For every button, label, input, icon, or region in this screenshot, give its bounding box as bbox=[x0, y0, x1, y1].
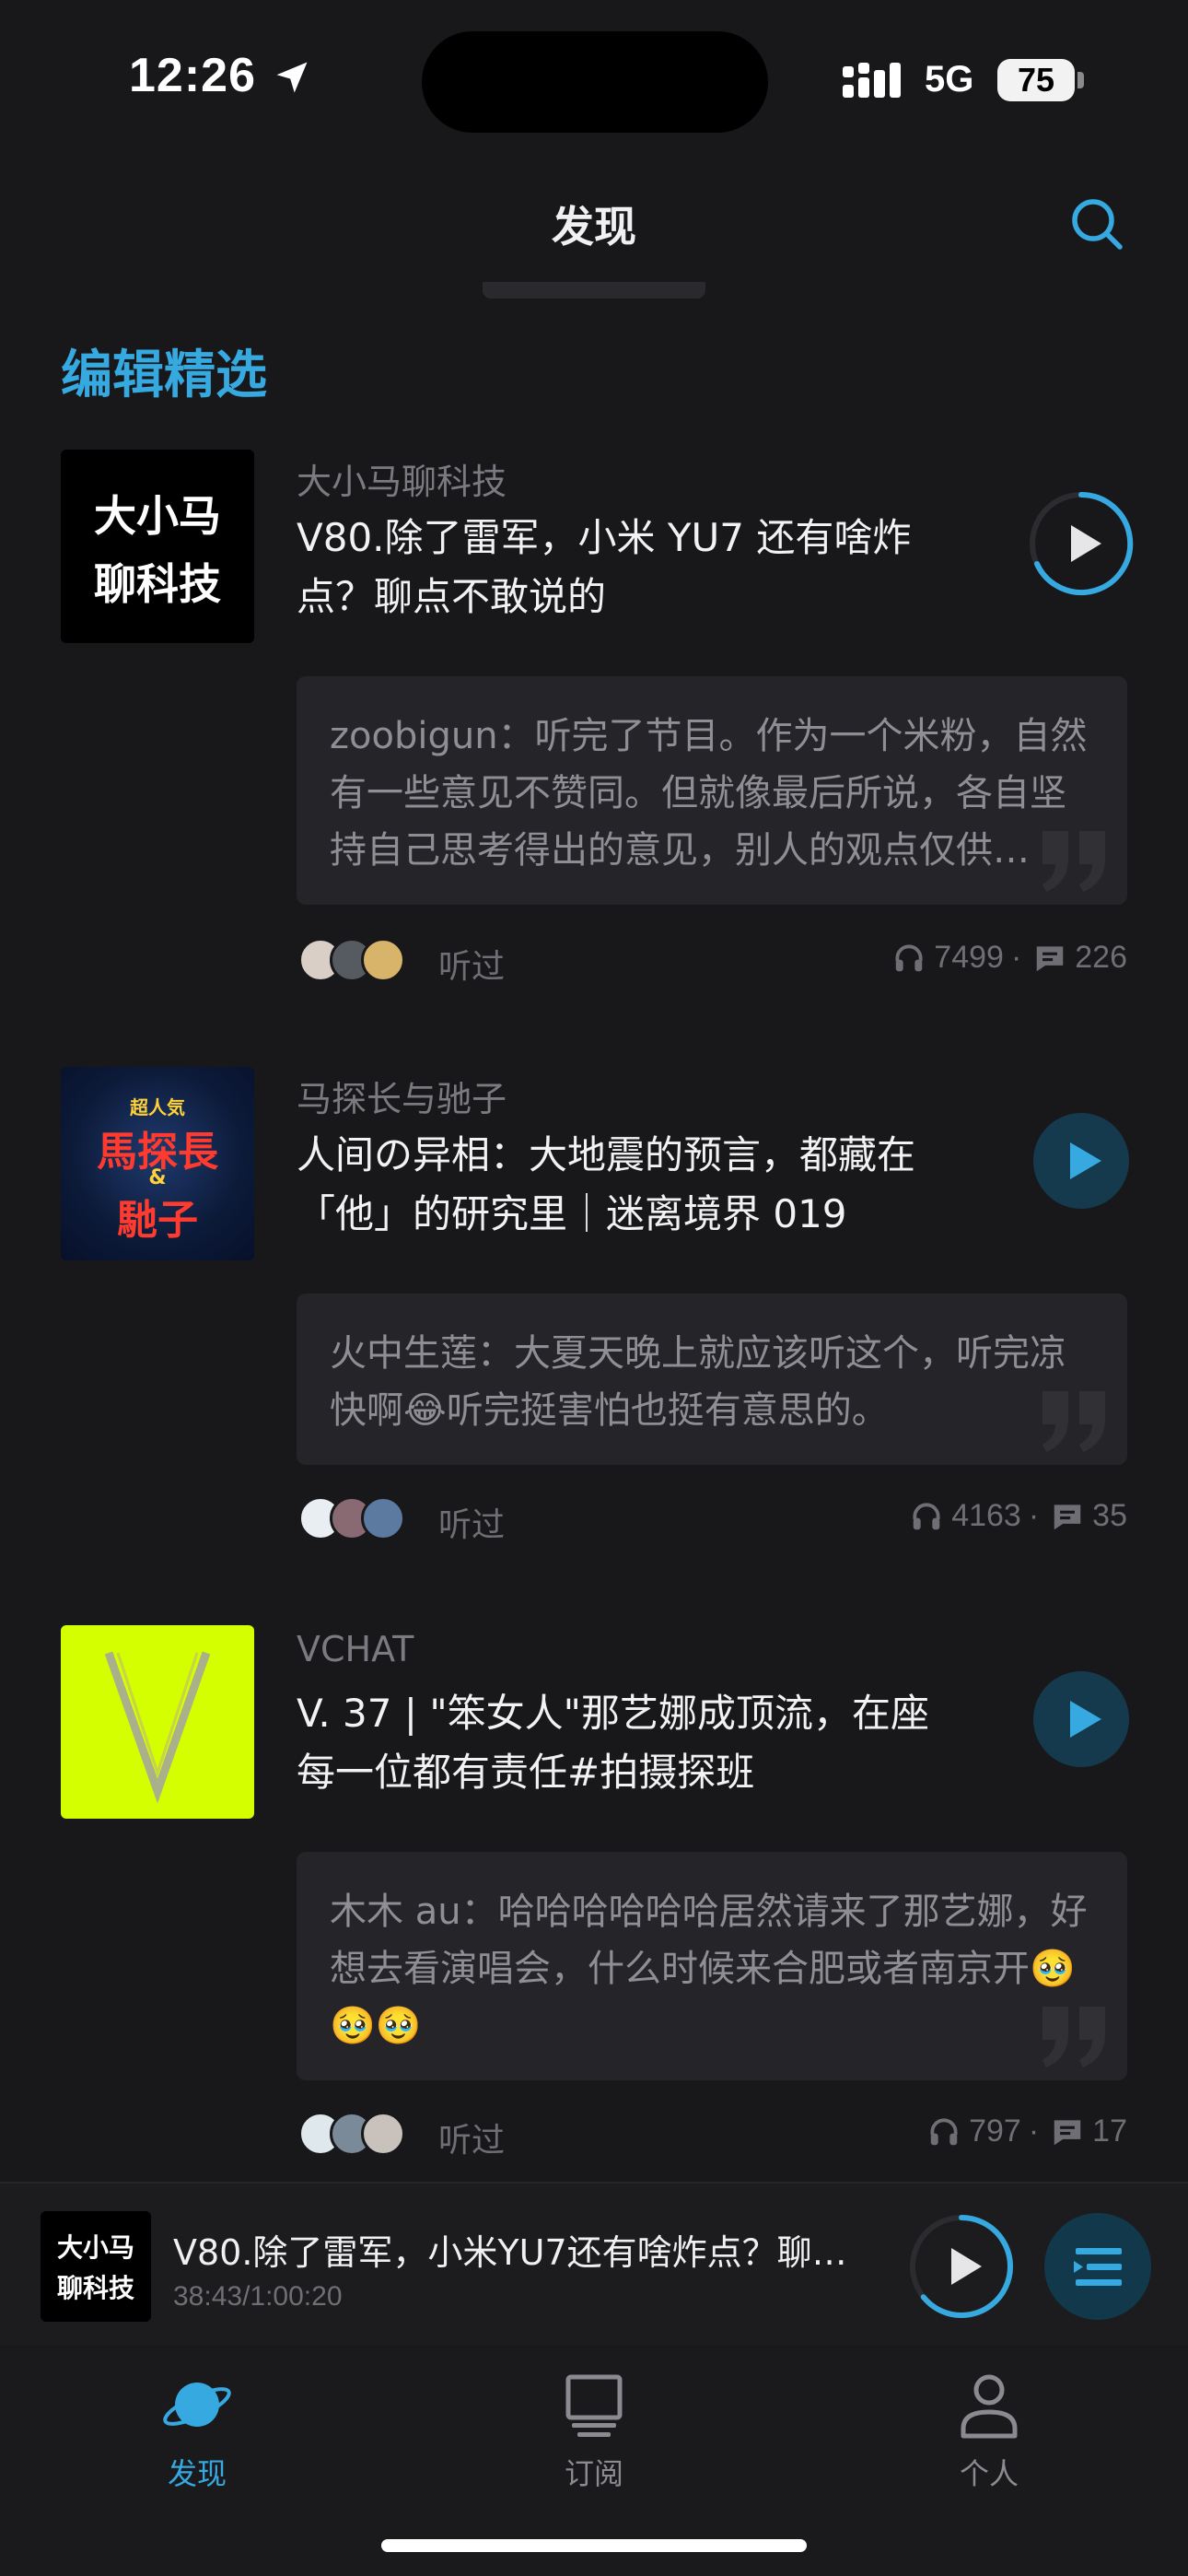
cover-line: 聊科技 bbox=[94, 559, 221, 609]
pull-indicator bbox=[483, 282, 705, 299]
play-icon bbox=[951, 2248, 982, 2285]
playlist-button[interactable] bbox=[1044, 2213, 1151, 2320]
episode-card[interactable]: 超人気 馬探長 & 馳子 马探长与驰子 人间の异相：大地震的预言，都藏在「他」的… bbox=[0, 1067, 1188, 1564]
dynamic-island bbox=[422, 31, 768, 133]
meta-row: 听过 797 · 17 bbox=[297, 2108, 1127, 2160]
headphones-icon bbox=[930, 2117, 958, 2145]
status-bar: 12:26 5G 75 bbox=[0, 0, 1188, 157]
network-type: 5G bbox=[925, 59, 974, 100]
cover-line: 超人気 bbox=[130, 1096, 185, 1118]
play-button[interactable] bbox=[1028, 1666, 1135, 1773]
comment-text: 火中生莲：大夏天晚上就应该听这个，听完凉快啊😂听完挺害怕也挺有意思的。 bbox=[330, 1332, 1066, 1432]
home-indicator bbox=[381, 2539, 807, 2552]
tab-discover[interactable]: 发现 bbox=[105, 2366, 289, 2493]
tab-subscriptions[interactable]: 订阅 bbox=[502, 2366, 686, 2493]
comment-box[interactable]: zoobigun：听完了节目。作为一个米粉，自然有一些意见不赞同。但就像最后所说… bbox=[297, 676, 1127, 905]
listened-label: 听过 bbox=[438, 1506, 506, 1544]
episode-stats: 7499 · 226 bbox=[891, 940, 1127, 976]
comment-count: 226 bbox=[1075, 940, 1127, 975]
cover-line: 馳子 bbox=[117, 1197, 198, 1244]
comment-text: zoobigun：听完了节目。作为一个米粉，自然有一些意见不赞同。但就像最后所说… bbox=[330, 715, 1088, 872]
headphones-icon bbox=[895, 943, 923, 971]
episode-title[interactable]: 人间の异相：大地震的预言，都藏在「他」的研究里｜迷离境界 019 bbox=[297, 1126, 960, 1244]
battery-indicator: 75 bbox=[997, 59, 1075, 101]
comment-count: 17 bbox=[1092, 2113, 1127, 2149]
comment-icon bbox=[1054, 2119, 1081, 2145]
meta-row: 听过 4163 · 35 bbox=[297, 1493, 1127, 1544]
podcast-name[interactable]: VCHAT bbox=[297, 1629, 413, 1669]
tab-profile[interactable]: 个人 bbox=[897, 2366, 1081, 2493]
podcast-cover[interactable]: 超人気 馬探長 & 馳子 bbox=[61, 1067, 254, 1260]
planet-icon bbox=[163, 2383, 231, 2427]
play-button[interactable] bbox=[1028, 1107, 1135, 1214]
avatar bbox=[361, 1496, 405, 1540]
comment-icon bbox=[1037, 945, 1064, 971]
meta-row: 听过 7499 · 226 bbox=[297, 934, 1127, 986]
avatar bbox=[361, 2112, 405, 2156]
search-icon[interactable] bbox=[1066, 193, 1127, 254]
cover-line: 大小马 bbox=[56, 2232, 134, 2263]
mini-player[interactable]: 大小马 聊科技 V80.除了雷军，小米YU7还有啥炸点？聊点不敢说的 38:43… bbox=[0, 2182, 1188, 2346]
comment-icon bbox=[1054, 1504, 1081, 1529]
person-icon bbox=[961, 2374, 1018, 2439]
page-title: 发现 bbox=[552, 202, 636, 252]
podcast-cover[interactable] bbox=[61, 1625, 254, 1819]
podcast-name[interactable]: 马探长与驰子 bbox=[297, 1071, 507, 1121]
cover-line: 大小马 bbox=[94, 491, 221, 541]
mini-player-title[interactable]: V80.除了雷军，小米YU7还有啥炸点？聊点不敢说的 bbox=[173, 2224, 873, 2275]
comment-count: 35 bbox=[1092, 1498, 1127, 1533]
podcast-name[interactable]: 大小马聊科技 bbox=[297, 453, 507, 504]
listened-label: 听过 bbox=[438, 948, 506, 986]
playlist-icon bbox=[1074, 2248, 1122, 2286]
episode-title[interactable]: V. 37 | "笨女人"那艺娜成顶流，在座每一位都有责任#拍摄探班 bbox=[297, 1684, 960, 1802]
episode-card[interactable]: VCHAT V. 37 | "笨女人"那艺娜成顶流，在座每一位都有责任#拍摄探班… bbox=[0, 1625, 1188, 2160]
episode-card[interactable]: 大小马 聊科技 大小马聊科技 V80.除了雷军，小米 YU7 还有啥炸点？聊点不… bbox=[0, 450, 1188, 1002]
cellular-signal-icon bbox=[843, 63, 901, 98]
listener-avatars[interactable] bbox=[298, 2108, 427, 2160]
listener-avatars[interactable] bbox=[298, 1493, 427, 1544]
location-arrow-icon bbox=[276, 62, 308, 93]
play-icon bbox=[1071, 525, 1101, 562]
mini-player-time: 38:43/1:00:20 bbox=[173, 2281, 343, 2312]
monitor-icon bbox=[565, 2374, 623, 2437]
play-count: 797 bbox=[969, 2113, 1021, 2149]
section-title: 编辑精选 bbox=[61, 345, 267, 405]
tab-label: 订阅 bbox=[564, 2456, 623, 2491]
avatar bbox=[361, 938, 405, 982]
listened-label: 听过 bbox=[438, 2122, 506, 2160]
play-count: 7499 bbox=[934, 940, 1004, 975]
tab-label: 发现 bbox=[167, 2456, 227, 2491]
status-time: 12:26 bbox=[129, 49, 256, 102]
comment-text: 木木 au：哈哈哈哈哈哈居然请来了那艺娜，好想去看演唱会，什么时候来合肥或者南京… bbox=[330, 1891, 1088, 2047]
listener-avatars[interactable] bbox=[298, 934, 427, 986]
episode-stats: 797 · 17 bbox=[926, 2113, 1127, 2149]
episode-title[interactable]: V80.除了雷军，小米 YU7 还有啥炸点？聊点不敢说的 bbox=[297, 509, 960, 626]
play-count: 4163 bbox=[951, 1498, 1021, 1533]
headphones-icon bbox=[913, 1502, 940, 1529]
play-button[interactable] bbox=[1028, 490, 1135, 597]
comment-box[interactable]: 火中生莲：大夏天晚上就应该听这个，听完凉快啊😂听完挺害怕也挺有意思的。 bbox=[297, 1294, 1127, 1465]
battery-cap bbox=[1077, 72, 1084, 88]
podcast-cover[interactable]: 大小马 聊科技 bbox=[61, 450, 254, 643]
v-logo bbox=[104, 1651, 211, 1804]
episode-stats: 4163 · 35 bbox=[909, 1498, 1127, 1534]
mini-player-play-button[interactable] bbox=[908, 2213, 1015, 2320]
comment-box[interactable]: 木木 au：哈哈哈哈哈哈居然请来了那艺娜，好想去看演唱会，什么时候来合肥或者南京… bbox=[297, 1852, 1127, 2080]
mini-player-cover[interactable]: 大小马 聊科技 bbox=[41, 2211, 151, 2322]
cover-line: 聊科技 bbox=[56, 2273, 134, 2303]
tab-label: 个人 bbox=[959, 2456, 1019, 2491]
